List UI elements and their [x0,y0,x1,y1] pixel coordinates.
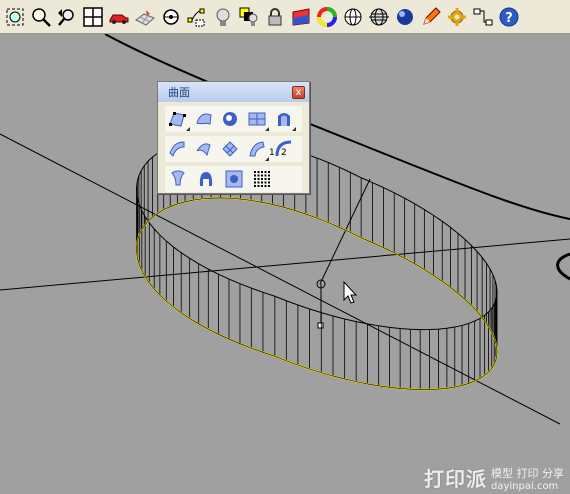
surface-sweep-2rail-button[interactable] [247,138,270,161]
surface-tools-row-2: 12 [165,136,302,162]
plane-grid-button[interactable] [132,3,157,31]
settings-gear-button[interactable] [444,3,469,31]
globe-grid-button[interactable] [366,3,391,31]
flyout-indicator [265,127,270,131]
point-edit-button[interactable] [184,3,209,31]
zoom-window-button[interactable] [28,3,53,31]
surface-extrude-button[interactable] [273,108,296,131]
surface-from-points-icon [169,112,187,127]
surface-grid-points-icon [254,171,270,187]
mouse-cursor [343,280,358,304]
watermark-logo: 打印派 [424,467,487,491]
four-viewports-icon [82,6,103,27]
surface-loft-icon [169,141,185,157]
surface-network-button[interactable] [220,138,241,160]
workflow-button[interactable] [470,3,495,31]
render-sphere-icon [396,8,413,25]
surface-edge-icon [196,113,212,125]
undo-view-icon [57,8,74,26]
surface-grid-points-button[interactable] [251,168,273,190]
zoom-window-icon [31,7,51,27]
surface-rail-revolve-button[interactable] [195,168,217,190]
row-label-2: 2 [281,148,287,158]
help-icon: ? [499,7,518,26]
surface-heightfield-button[interactable] [223,168,245,190]
flyout-indicator [291,127,296,131]
surface-heightfield-icon [225,170,243,188]
light-bulb-button[interactable] [210,3,235,31]
surface-extrude-icon [277,113,290,126]
point-edit-icon [187,8,204,26]
four-viewports-button[interactable] [80,3,105,31]
surface-revolve-icon [171,170,185,186]
color-wheel-button[interactable] [314,3,339,31]
surface-from-points-button[interactable] [167,108,190,131]
right-curve-fragment [556,252,570,281]
main-toolbar: ? [0,0,570,34]
help-button[interactable]: ? [496,3,521,31]
zoom-extents-icon [6,8,23,25]
globe-grid-icon [368,8,389,25]
light-bulb-icon [216,8,229,26]
settings-gear-icon [447,7,466,26]
surface-patch-icon [223,112,238,126]
color-wheel-icon [316,6,337,27]
render-sphere-button[interactable] [392,3,417,31]
surface-network-icon [222,141,239,157]
gumball-handle [317,322,324,329]
surface-sweep-button[interactable] [194,138,215,160]
watermark-url: dayinpai.com [491,481,559,492]
surface-plane-icon [248,112,266,126]
close-button[interactable]: x [292,85,305,99]
car-button[interactable] [106,3,131,31]
workflow-icon [473,8,492,25]
wireframe-sphere-icon [344,8,361,25]
surface-rail-revolve-icon [199,172,213,186]
svg-text:?: ? [505,11,513,26]
lock-icon [268,7,281,25]
layer-bulb-icon [239,7,257,26]
surface-loft-button[interactable] [167,138,188,160]
layer-bulb-button[interactable] [236,3,261,31]
surface-tools-row-1 [165,106,302,132]
car-icon [109,14,128,24]
camera-target-icon [162,8,179,25]
base-curve-selected[interactable] [135,197,498,391]
surface-patch-button[interactable] [220,108,241,130]
construction-line-horizontal [0,238,570,291]
pencil-button[interactable] [418,3,443,31]
undo-view-button[interactable] [54,3,79,31]
surface-panel-titlebar[interactable]: 曲面 x [158,82,309,102]
construction-line-vertical [319,178,371,285]
surface-sweep-2rail-icon [249,141,265,157]
surface-plane-button[interactable] [247,108,270,131]
surface-sweep-icon [196,143,211,157]
flyout-indicator [185,127,190,131]
wireframe-sphere-button[interactable] [340,3,365,31]
watermark: 打印派 模型 打印 分享 dayinpai.com [424,463,564,492]
zoom-extents-button[interactable] [2,3,27,31]
row-label-1: 1 [269,148,275,158]
plane-grid-icon [134,9,155,26]
shade-object-button[interactable] [288,3,313,31]
surface-bottom-edge[interactable] [136,197,498,390]
camera-target-button[interactable] [158,3,183,31]
watermark-tagline: 模型 打印 分享 [491,467,564,480]
lock-button[interactable] [262,3,287,31]
surface-revolve-button[interactable] [167,168,189,190]
surface-edge-button[interactable] [194,108,215,130]
surface-toolbar-panel[interactable]: 曲面 x 12 [157,81,310,194]
surface-tools-row-3 [165,166,302,192]
pencil-icon [422,6,441,25]
shade-object-icon [292,7,309,26]
surface-panel-title: 曲面 [168,86,190,99]
